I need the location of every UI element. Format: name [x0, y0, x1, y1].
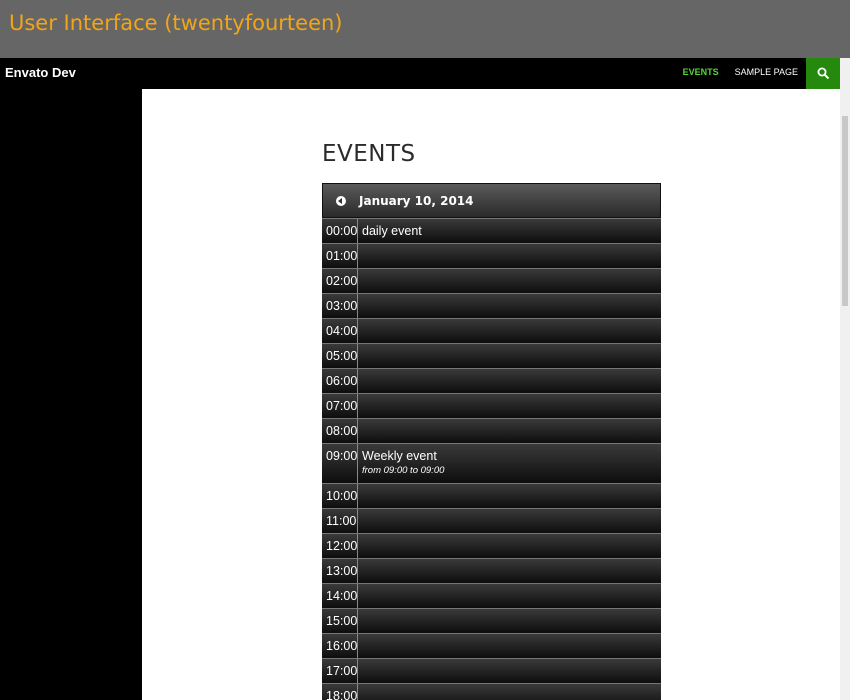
day-calendar: January 10, 2014 00:00 daily event 01:00 02… [322, 183, 661, 700]
time-label: 14:00 [322, 584, 358, 608]
time-label: 03:00 [322, 294, 358, 318]
calendar-row: 03:00 [322, 293, 661, 318]
time-slot-events [358, 684, 661, 700]
calendar-row: 08:00 [322, 418, 661, 443]
time-slot-events [358, 294, 661, 318]
calendar-row: 13:00 [322, 558, 661, 583]
time-label: 05:00 [322, 344, 358, 368]
time-slot-events [358, 559, 661, 583]
calendar-row: 00:00 daily event [322, 218, 661, 243]
event-title[interactable]: daily event [362, 219, 661, 243]
time-slot-events: daily event [358, 219, 661, 243]
time-label: 06:00 [322, 369, 358, 393]
page-title: EVENTS [322, 141, 416, 167]
search-toggle-button[interactable] [806, 58, 840, 89]
event-time-range: from 09:00 to 09:00 [362, 465, 445, 476]
calendar-row: 12:00 [322, 533, 661, 558]
time-label: 18:00 [322, 684, 358, 700]
calendar-row: 18:00 [322, 683, 661, 700]
time-slot-events [358, 269, 661, 293]
scrollbar-thumb[interactable] [842, 116, 848, 306]
search-icon [817, 67, 829, 80]
time-label: 07:00 [322, 394, 358, 418]
time-label: 02:00 [322, 269, 358, 293]
primary-nav: EVENTS SAMPLE PAGE [675, 58, 840, 89]
time-label: 01:00 [322, 244, 358, 268]
time-label: 04:00 [322, 319, 358, 343]
time-label: 09:00 [322, 444, 358, 483]
time-slot-events [358, 369, 661, 393]
time-slot-events [358, 394, 661, 418]
calendar-row: 15:00 [322, 608, 661, 633]
calendar-row: 17:00 [322, 658, 661, 683]
calendar-header: January 10, 2014 [322, 183, 661, 218]
time-label: 10:00 [322, 484, 358, 508]
site-title-link[interactable]: Envato Dev [5, 65, 76, 80]
time-slot-events [358, 634, 661, 658]
calendar-row: 04:00 [322, 318, 661, 343]
time-slot-events [358, 534, 661, 558]
main-content: EVENTS January 10, 2014 00:00 daily event… [142, 89, 840, 700]
time-slot-events [358, 484, 661, 508]
left-sidebar [0, 89, 142, 700]
calendar-row: 16:00 [322, 633, 661, 658]
scrollbar[interactable] [840, 58, 850, 700]
calendar-row: 10:00 [322, 483, 661, 508]
time-slot-events [358, 344, 661, 368]
time-slot-events [358, 244, 661, 268]
time-slot-events [358, 659, 661, 683]
calendar-row: 11:00 [322, 508, 661, 533]
nav-item-sample-page[interactable]: SAMPLE PAGE [727, 58, 806, 89]
time-label: 17:00 [322, 659, 358, 683]
time-label: 00:00 [322, 219, 358, 243]
calendar-row: 06:00 [322, 368, 661, 393]
time-slot-events [358, 419, 661, 443]
calendar-row: 09:00 Weekly event from 09:00 to 09:00 [322, 443, 661, 483]
time-label: 08:00 [322, 419, 358, 443]
time-slot-events [358, 584, 661, 608]
calendar-date: January 10, 2014 [359, 193, 474, 208]
time-slot-events [358, 319, 661, 343]
time-label: 16:00 [322, 634, 358, 658]
site-header: Envato Dev EVENTS SAMPLE PAGE [0, 58, 840, 89]
time-label: 11:00 [322, 509, 358, 533]
time-label: 13:00 [322, 559, 358, 583]
time-slot-events: Weekly event from 09:00 to 09:00 [358, 444, 661, 483]
calendar-rows: 00:00 daily event 01:00 02:00 03:00 04:00 05:0… [322, 218, 661, 700]
window-titlebar: User Interface (twentyfourteen) [0, 0, 850, 58]
calendar-row: 07:00 [322, 393, 661, 418]
nav-item-events[interactable]: EVENTS [675, 58, 727, 89]
calendar-row: 14:00 [322, 583, 661, 608]
chevron-left-circle-icon[interactable] [336, 195, 346, 206]
time-slot-events [358, 609, 661, 633]
time-label: 12:00 [322, 534, 358, 558]
calendar-row: 02:00 [322, 268, 661, 293]
calendar-row: 01:00 [322, 243, 661, 268]
window-title: User Interface (twentyfourteen) [9, 11, 343, 35]
calendar-row: 05:00 [322, 343, 661, 368]
time-label: 15:00 [322, 609, 358, 633]
time-slot-events [358, 509, 661, 533]
